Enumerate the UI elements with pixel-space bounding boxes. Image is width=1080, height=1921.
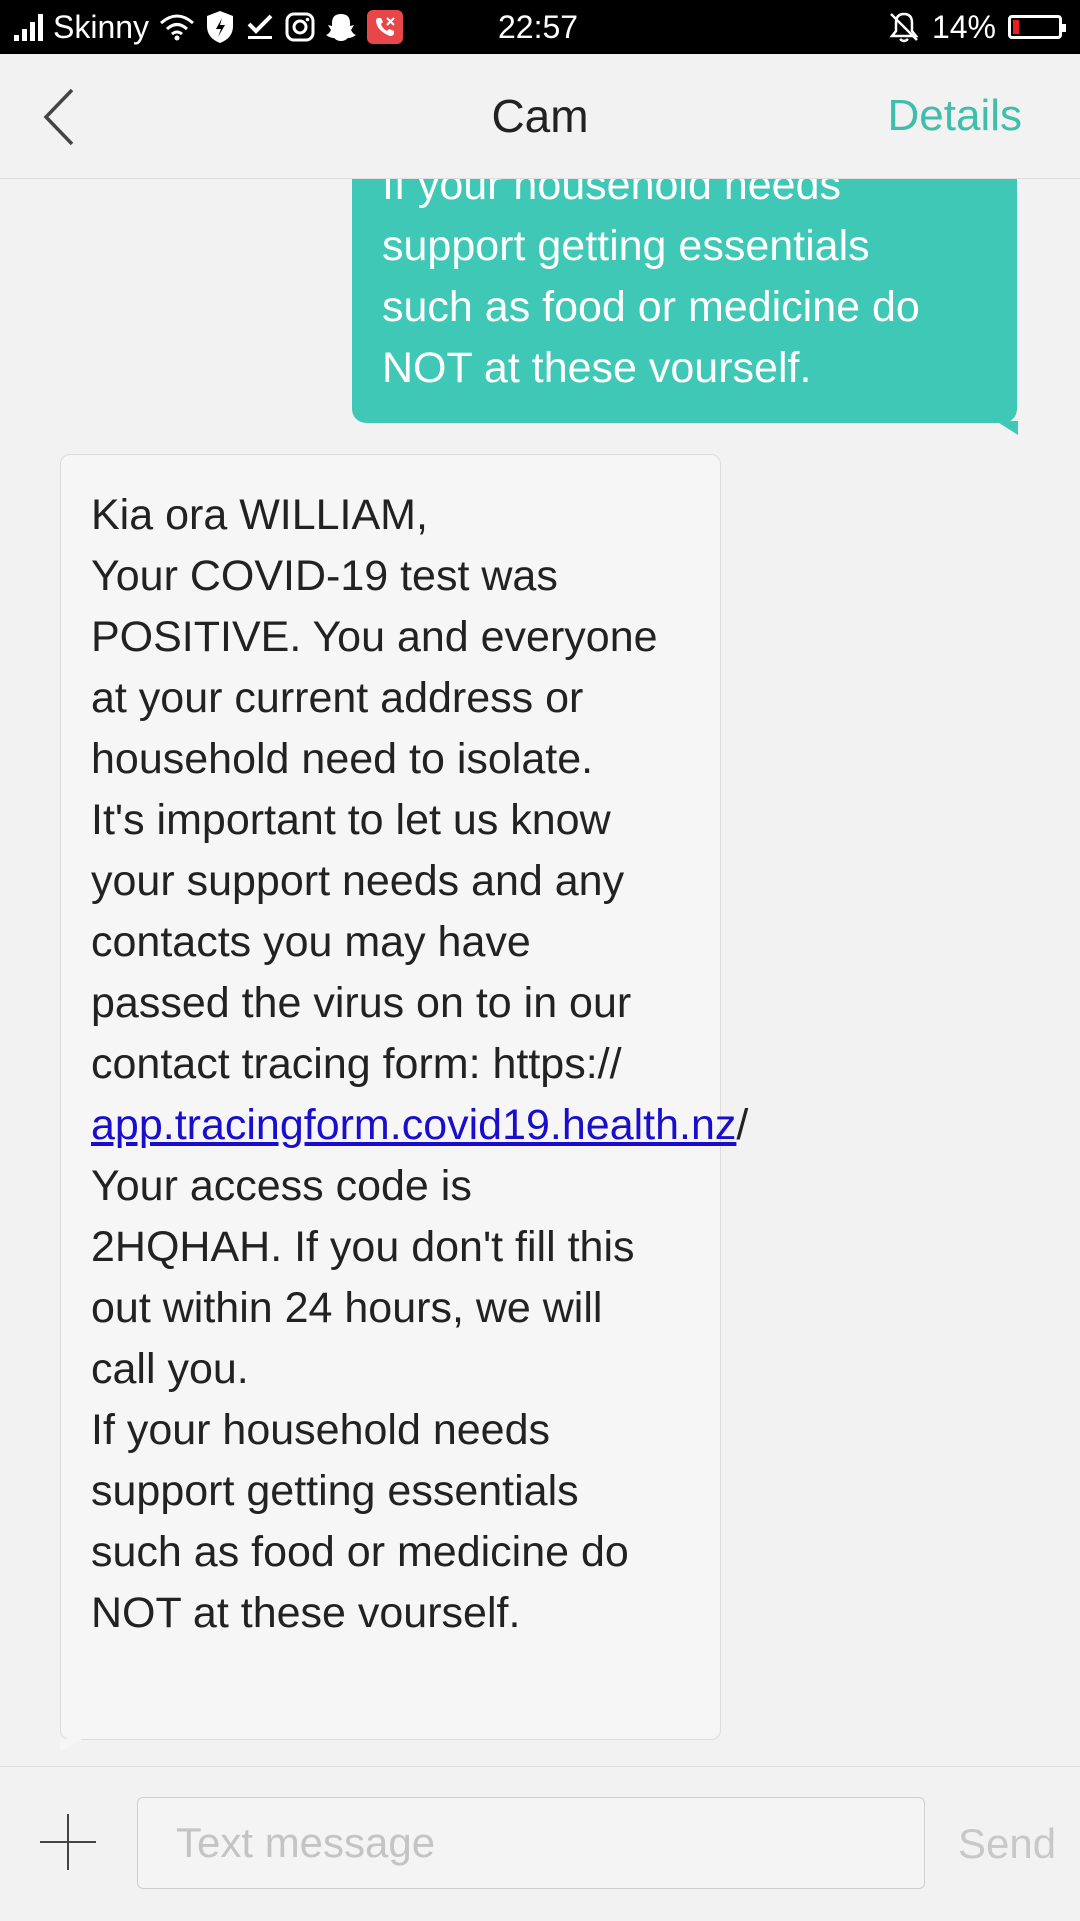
message-list[interactable]: If your household needs support getting … [0, 179, 1080, 1766]
status-bar: Skinny 22:57 14% [0, 0, 1080, 54]
message-text: Kia ora WILLIAM, Your COVID-19 test was … [91, 491, 658, 1088]
status-bar-right: 14% [888, 0, 1066, 54]
message-text: / Your access code is 2HQHAH. If you don… [91, 1101, 749, 1637]
status-bar-left: Skinny [14, 0, 404, 54]
snapchat-icon [325, 12, 357, 42]
tracing-form-link[interactable]: app.tracingform.covid19.health.nz [91, 1101, 736, 1149]
details-button[interactable]: Details [888, 54, 1023, 178]
battery-icon [1008, 15, 1066, 39]
outgoing-message-bubble[interactable]: If your household needs support getting … [352, 179, 1018, 435]
battery-percent: 14% [931, 8, 996, 45]
send-button[interactable]: Send [958, 1767, 1056, 1921]
clock: 22:57 [498, 9, 579, 45]
plus-icon[interactable] [40, 1814, 96, 1870]
carrier-label: Skinny [53, 8, 150, 45]
incoming-message-bubble[interactable]: Kia ora WILLIAM, Your COVID-19 test was … [60, 454, 748, 1752]
bell-off-icon [888, 11, 920, 43]
wifi-icon [159, 13, 195, 41]
check-icon [245, 12, 275, 42]
message-composer: Send [0, 1766, 1080, 1921]
conversation-header: Cam Details [0, 54, 1080, 179]
missed-call-icon [367, 10, 404, 44]
shield-icon [205, 10, 235, 44]
signal-icon [14, 13, 43, 41]
text-message-input[interactable] [137, 1797, 925, 1889]
instagram-icon [285, 12, 315, 42]
